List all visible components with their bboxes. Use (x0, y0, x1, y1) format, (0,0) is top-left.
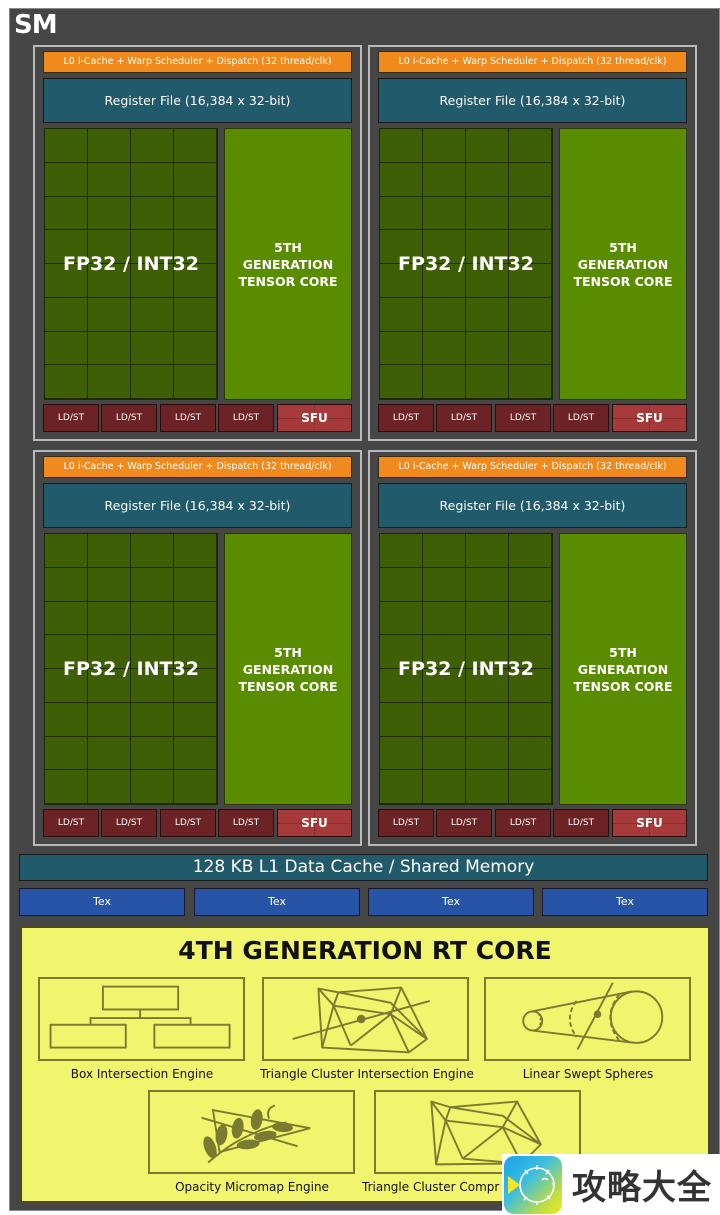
ldst-unit: LD/ST (101, 809, 157, 837)
tensor-core-line: TENSOR CORE (573, 273, 673, 289)
tensor-core-line: TENSOR CORE (573, 678, 673, 694)
ldst-unit: LD/ST (160, 404, 216, 432)
tensor-core: 5TH GENERATION TENSOR CORE (224, 533, 352, 805)
fp32-int32-cores: FP32 / INT32 (44, 128, 218, 400)
opacity-micromap-engine (148, 1090, 355, 1174)
warp-scheduler: L0 i-Cache + Warp Scheduler + Dispatch (… (43, 51, 352, 73)
register-file: Register File (16,384 x 32-bit) (43, 483, 352, 528)
sfu-unit: SFU (277, 809, 352, 837)
ldst-unit: LD/ST (218, 404, 274, 432)
warp-scheduler: L0 i-Cache + Warp Scheduler + Dispatch (… (378, 456, 687, 478)
ldst-unit: LD/ST (553, 404, 609, 432)
tensor-core-line: 5TH (609, 239, 637, 255)
sfu-label: SFU (301, 411, 328, 425)
tensor-core-line: 5TH (274, 644, 302, 660)
sm-partition: L0 i-Cache + Warp Scheduler + Dispatch (… (368, 450, 697, 846)
tensor-core-line: GENERATION (242, 661, 334, 677)
register-file: Register File (16,384 x 32-bit) (378, 78, 687, 123)
box-hierarchy-icon (49, 985, 231, 1049)
engine-label: Triangle Cluster Intersection Engine (260, 1067, 474, 1081)
rt-core-title: 4TH GENERATION RT CORE (178, 936, 552, 965)
linear-swept-spheres (484, 977, 691, 1061)
sm-title: SM (14, 10, 58, 40)
warp-scheduler: L0 i-Cache + Warp Scheduler + Dispatch (… (43, 456, 352, 478)
tensor-core-line: TENSOR CORE (238, 678, 338, 694)
engine-label: Linear Swept Spheres (522, 1067, 654, 1081)
tensor-core-line: GENERATION (242, 256, 334, 272)
tex-unit: Tex (19, 888, 185, 916)
register-file: Register File (16,384 x 32-bit) (378, 483, 687, 528)
sm-partition: L0 i-Cache + Warp Scheduler + Dispatch (… (368, 45, 697, 441)
leaf-micromap-icon (201, 1104, 311, 1164)
ldst-unit: LD/ST (436, 404, 492, 432)
tensor-core-line: 5TH (274, 239, 302, 255)
tex-unit: Tex (368, 888, 534, 916)
engine-label: Box Intersection Engine (70, 1067, 214, 1081)
l1-data-cache: 128 KB L1 Data Cache / Shared Memory (19, 854, 708, 881)
sfu-label: SFU (636, 411, 663, 425)
warp-scheduler: L0 i-Cache + Warp Scheduler + Dispatch (… (378, 51, 687, 73)
tensor-core-line: GENERATION (577, 256, 669, 272)
sfu-unit: SFU (612, 404, 687, 432)
register-file: Register File (16,384 x 32-bit) (43, 78, 352, 123)
tex-unit: Tex (542, 888, 708, 916)
tensor-core-line: 5TH (609, 644, 637, 660)
ldst-unit: LD/ST (378, 809, 434, 837)
ldst-unit: LD/ST (160, 809, 216, 837)
fp32-int32-cores: FP32 / INT32 (379, 533, 553, 805)
tensor-core: 5TH GENERATION TENSOR CORE (559, 128, 687, 400)
engine-label: Opacity Micromap Engine (175, 1180, 329, 1194)
fp32-int32-cores: FP32 / INT32 (44, 533, 218, 805)
fp32-int32-label: FP32 / INT32 (63, 253, 199, 275)
ldst-unit: LD/ST (495, 809, 551, 837)
ldst-unit: LD/ST (43, 809, 99, 837)
fp32-int32-label: FP32 / INT32 (398, 658, 534, 680)
tensor-core-line: GENERATION (577, 661, 669, 677)
triangle-mesh-ray-icon (292, 986, 431, 1054)
tensor-core: 5TH GENERATION TENSOR CORE (224, 128, 352, 400)
tex-unit: Tex (194, 888, 360, 916)
box-intersection-engine (38, 977, 245, 1061)
sfu-label: SFU (636, 816, 663, 830)
pufferfish-logo-icon (504, 1156, 562, 1214)
fp32-int32-label: FP32 / INT32 (63, 658, 199, 680)
sm-partition: L0 i-Cache + Warp Scheduler + Dispatch (… (33, 45, 362, 441)
watermark-text: 攻略大全 (572, 1168, 712, 1208)
watermark: 攻略大全 (502, 1154, 720, 1215)
fp32-int32-cores: FP32 / INT32 (379, 128, 553, 400)
ldst-unit: LD/ST (436, 809, 492, 837)
sfu-unit: SFU (277, 404, 352, 432)
ldst-unit: LD/ST (495, 404, 551, 432)
tensor-core-line: TENSOR CORE (238, 273, 338, 289)
ldst-unit: LD/ST (378, 404, 434, 432)
ldst-unit: LD/ST (218, 809, 274, 837)
ldst-unit: LD/ST (553, 809, 609, 837)
swept-spheres-icon (522, 982, 664, 1050)
ldst-unit: LD/ST (43, 404, 99, 432)
sfu-unit: SFU (612, 809, 687, 837)
tensor-core: 5TH GENERATION TENSOR CORE (559, 533, 687, 805)
sm-partition: L0 i-Cache + Warp Scheduler + Dispatch (… (33, 450, 362, 846)
triangle-cluster-intersection-engine (262, 977, 469, 1061)
ldst-unit: LD/ST (101, 404, 157, 432)
sfu-label: SFU (301, 816, 328, 830)
fp32-int32-label: FP32 / INT32 (398, 253, 534, 275)
